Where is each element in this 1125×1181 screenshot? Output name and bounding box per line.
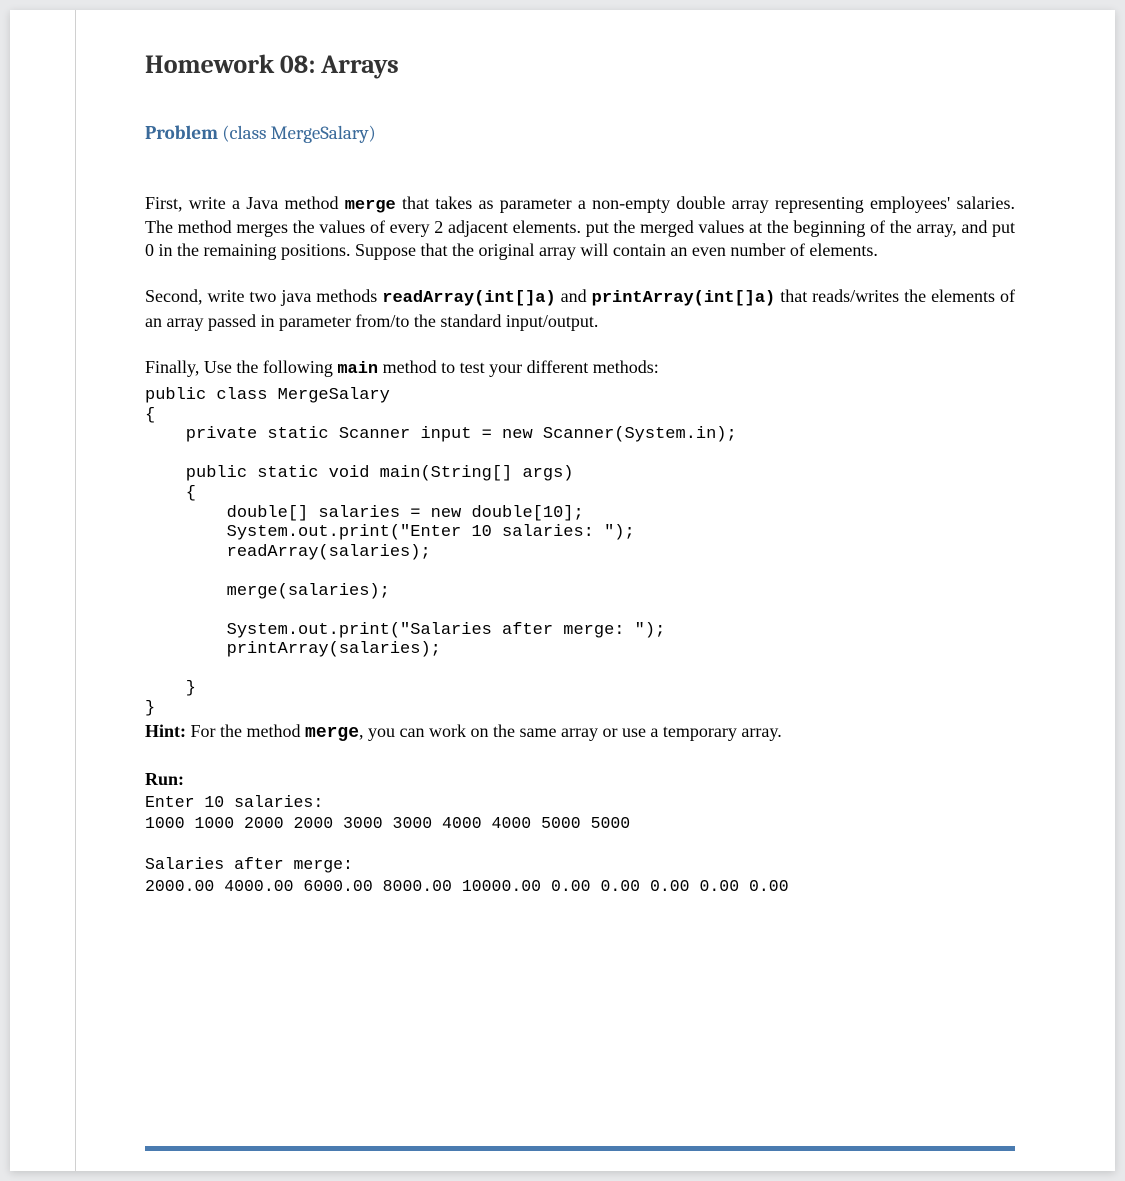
p1-m1: merge <box>345 196 396 215</box>
paragraph-first: First, write a Java method merge that ta… <box>145 192 1015 261</box>
hint-t1: For the method <box>186 721 305 741</box>
p2-t1: Second, write two java methods <box>145 286 382 306</box>
run-heading: Run: <box>145 769 1015 790</box>
p3-t2: method to test your different methods: <box>378 357 659 377</box>
document-content: Homework 08: Arrays Problem (class Merge… <box>145 50 1015 897</box>
p1-t1: First, write a Java method <box>145 193 345 213</box>
page-title: Homework 08: Arrays <box>145 50 1015 80</box>
hint-label: Hint: <box>145 721 186 741</box>
hint-line: Hint: For the method merge, you can work… <box>145 721 1015 743</box>
problem-heading: Problem (class MergeSalary) <box>145 122 1015 144</box>
p3-t1: Finally, Use the following <box>145 357 337 377</box>
code-block: public class MergeSalary { private stati… <box>145 386 1015 718</box>
hint-t2: , you can work on the same array or use … <box>359 721 782 741</box>
margin-rule <box>75 10 76 1171</box>
paragraph-finally: Finally, Use the following main method t… <box>145 356 1015 380</box>
bottom-accent-bar <box>145 1146 1015 1151</box>
run-block-output: Salaries after merge: 2000.00 4000.00 60… <box>145 854 1015 897</box>
p3-m1: main <box>337 360 378 379</box>
paragraph-second: Second, write two java methods readArray… <box>145 285 1015 332</box>
hint-m1: merge <box>305 723 359 743</box>
run-block-input: Enter 10 salaries: 1000 1000 2000 2000 3… <box>145 792 1015 835</box>
document-page: Homework 08: Arrays Problem (class Merge… <box>10 10 1115 1171</box>
p2-m2: printArray(int[]a) <box>592 289 776 308</box>
problem-class: (class MergeSalary) <box>222 122 376 144</box>
problem-label: Problem <box>145 122 222 144</box>
p2-t2: and <box>556 286 592 306</box>
p2-m1: readArray(int[]a) <box>382 289 555 308</box>
